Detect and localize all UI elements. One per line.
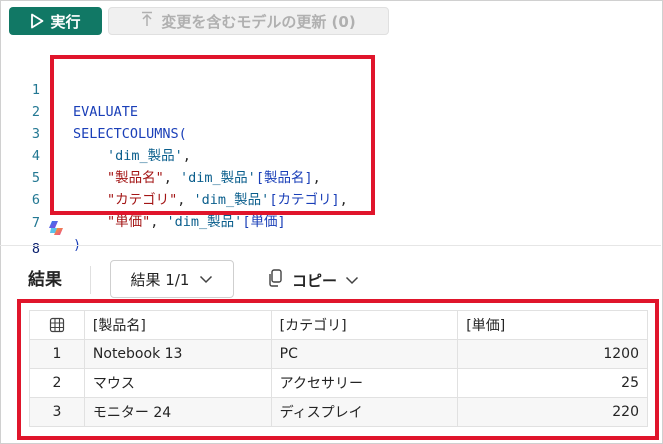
- line-number: 8: [31, 241, 40, 257]
- code-highlight-box: [50, 55, 375, 215]
- results-separator: [90, 266, 91, 294]
- chevron-down-icon: [199, 270, 213, 288]
- copy-button-label: コピー: [292, 271, 338, 290]
- results-title: 結果: [28, 270, 62, 290]
- result-set-dropdown[interactable]: 結果 1/1: [110, 260, 234, 298]
- apply-changes-button[interactable]: 変更を含むモデルの更新 (0): [108, 7, 389, 35]
- run-button[interactable]: 実行: [9, 7, 102, 35]
- play-icon: [30, 13, 44, 29]
- arrow-up-icon: [141, 11, 153, 31]
- copilot-icon[interactable]: [47, 219, 65, 237]
- run-button-label: 実行: [50, 12, 81, 31]
- chevron-down-icon: [345, 271, 359, 289]
- result-set-label: 結果 1/1: [130, 270, 190, 289]
- code-line-active: 8: [0, 216, 661, 257]
- editor-results-divider: [0, 245, 661, 246]
- copy-button[interactable]: コピー: [268, 266, 359, 294]
- results-highlight-box: [17, 299, 659, 440]
- apply-changes-label: 変更を含むモデルの更新 (0): [161, 12, 356, 31]
- copy-icon: [268, 269, 284, 291]
